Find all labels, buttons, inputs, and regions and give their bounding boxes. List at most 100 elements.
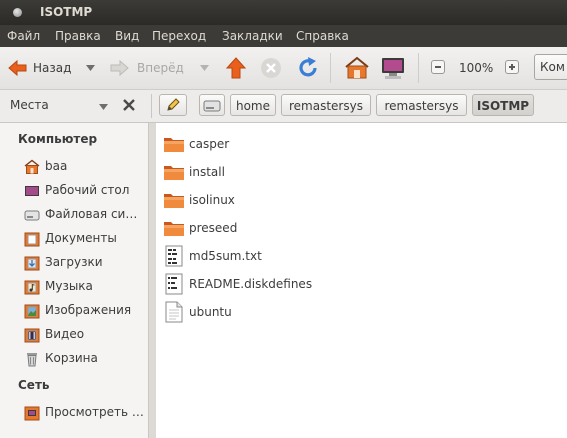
toggle-location-entry-button[interactable] [159,94,187,116]
sidebar-item-trash[interactable]: Корзина [24,350,148,368]
menu-file[interactable]: Файл [7,29,40,43]
folder-icon [164,138,184,152]
generic-file-icon [165,301,183,323]
sidebar-item-home[interactable]: baa [24,158,148,176]
pencil-icon [167,98,180,111]
breadcrumb-remastersys[interactable]: remastersys [281,94,371,116]
text-file-icon [165,245,183,267]
sidebar: Компьютер baa Рабочий стол Файловая си… … [0,123,149,438]
harddisk-icon [203,100,221,112]
menu-help[interactable]: Справка [296,29,349,43]
folder-icon [164,194,184,208]
pictures-folder-icon [24,304,40,319]
zoom-level: 100% [459,61,494,75]
plus-icon [511,64,513,70]
back-label: Назад [33,61,72,75]
downloads-folder-icon [24,256,40,271]
folder-icon [164,166,184,180]
sidebar-item-pictures[interactable]: Изображения [24,302,148,320]
close-sidebar-icon[interactable] [123,99,135,111]
sidebar-item-label: Загрузки [45,255,103,269]
file-name: isolinux [189,193,235,207]
forward-arrow-icon [110,59,129,77]
home-folder-icon [24,159,40,174]
sidebar-item-music[interactable]: Музыка [24,278,148,296]
file-name: md5sum.txt [189,249,262,263]
file-item-install[interactable]: install [163,161,463,183]
sidebar-item-label: Корзина [45,351,98,365]
file-item-casper[interactable]: casper [163,133,463,155]
file-name: install [189,165,225,179]
file-item-readme-diskdefines[interactable]: README.diskdefines [163,273,463,295]
menu-bookmarks[interactable]: Закладки [222,29,283,43]
network-browse-icon [24,406,40,421]
sidebar-heading-computer: Компьютер [18,132,98,146]
back-arrow-icon [8,59,27,77]
videos-folder-icon [24,328,40,343]
trash-icon [27,353,37,367]
menu-bar: Файл Правка Вид Переход Закладки Справка [0,25,567,47]
sidebar-item-filesystem[interactable]: Файловая си… [24,206,148,224]
places-dropdown-icon [99,104,108,110]
sidebar-item-label: Изображения [45,303,132,317]
sidebar-item-label: Файловая си… [45,207,138,221]
zoom-out-button[interactable] [431,60,445,74]
sidebar-splitter[interactable] [149,123,156,438]
forward-history-dropdown-icon[interactable] [200,65,209,71]
back-button[interactable]: Назад [7,58,77,78]
breadcrumb-remastersys-2[interactable]: remastersys [376,94,467,116]
title-bar: ISOTMP [0,0,567,25]
view-mode-select[interactable]: Ком [534,54,567,80]
sidebar-item-label: Рабочий стол [45,183,130,197]
file-name: ubuntu [189,305,232,319]
sidebar-item-desktop[interactable]: Рабочий стол [24,182,148,200]
toolbar: Назад Вперёд 100% Ком [0,47,567,90]
sidebar-item-browse-network[interactable]: Просмотреть … [24,404,148,422]
up-arrow-icon[interactable] [225,56,247,80]
file-name: README.diskdefines [189,277,313,291]
file-item-ubuntu[interactable]: ubuntu [163,301,463,323]
sidebar-heading-network: Сеть [18,378,50,392]
forward-button[interactable]: Вперёд [110,58,190,78]
reload-icon[interactable] [296,56,320,80]
sidebar-item-label: Документы [45,231,117,245]
file-name: preseed [189,221,238,235]
menu-view[interactable]: Вид [115,29,139,43]
breadcrumb-home[interactable]: home [230,94,276,116]
computer-icon[interactable] [380,55,406,81]
places-label: Места [10,98,49,112]
home-icon[interactable] [344,55,370,81]
stop-icon[interactable] [260,57,282,79]
file-item-preseed[interactable]: preseed [163,217,463,239]
filesystem-drive-icon [24,210,40,221]
sidebar-item-videos[interactable]: Видео [24,326,148,344]
location-separator [151,94,152,118]
file-item-md5sum[interactable]: md5sum.txt [163,245,463,267]
back-history-dropdown-icon[interactable] [86,65,95,71]
sidebar-item-label: baa [45,159,68,173]
music-folder-icon [24,280,40,295]
window-title: ISOTMP [40,5,93,19]
file-item-isolinux[interactable]: isolinux [163,189,463,211]
toolbar-separator [330,53,331,83]
window-menu-icon[interactable] [13,8,22,17]
documents-folder-icon [24,232,40,247]
sidebar-item-label: Видео [45,327,85,341]
minus-icon [435,66,441,68]
menu-go[interactable]: Переход [152,29,206,43]
toolbar-separator [418,53,419,83]
script-file-icon [165,273,183,295]
file-name: casper [189,137,230,151]
sidebar-item-downloads[interactable]: Загрузки [24,254,148,272]
sidebar-item-documents[interactable]: Документы [24,230,148,248]
menu-edit[interactable]: Правка [55,29,101,43]
sidebar-item-label: Музыка [45,279,93,293]
zoom-in-button[interactable] [505,60,519,74]
desktop-icon [25,186,39,196]
sidebar-item-label: Просмотреть … [45,405,144,419]
forward-label: Вперёд [137,61,184,75]
breadcrumb-isotmp[interactable]: ISOTMP [472,94,534,116]
folder-icon [164,222,184,236]
breadcrumb-root-drive[interactable] [199,94,225,116]
view-mode-value: Ком [540,60,565,74]
